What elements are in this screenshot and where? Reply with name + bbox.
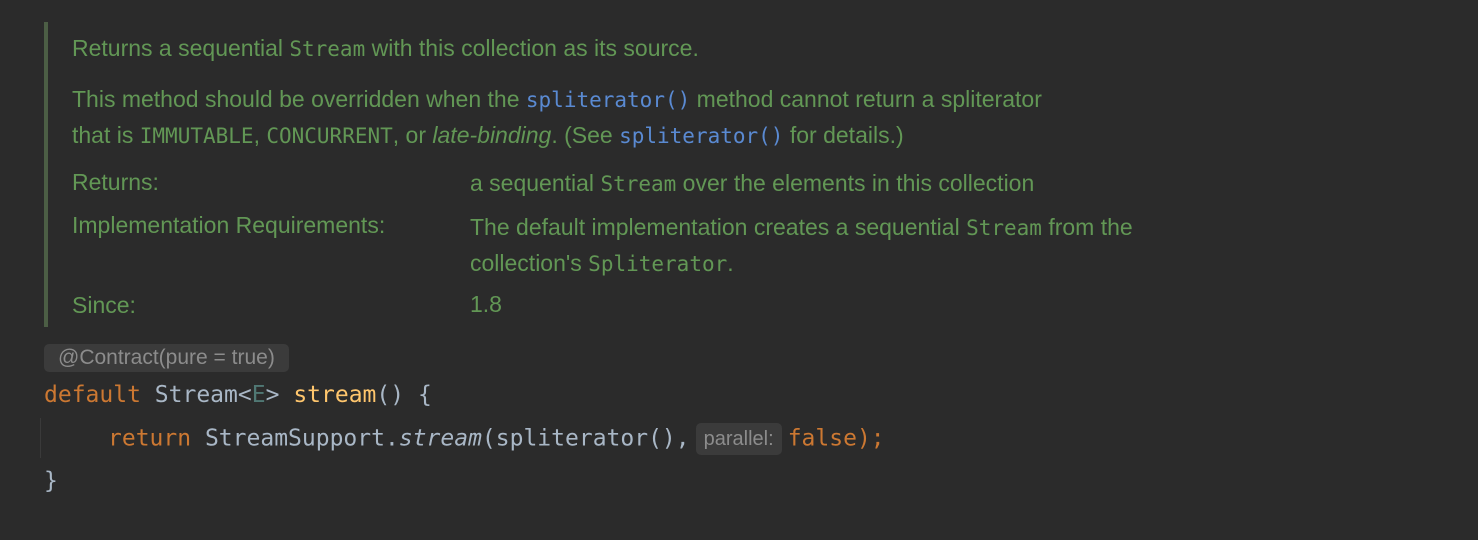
doc-paragraph-line-1: This method should be overridden when th… (72, 85, 1042, 114)
doc-text: . (727, 250, 734, 276)
doc-impl-value-line-2: collection's Spliterator. (470, 245, 734, 282)
keyword-return: return (108, 425, 192, 452)
doc-text: with this collection as its source. (365, 35, 699, 61)
static-call: stream (398, 425, 482, 452)
doc-text: , (253, 122, 267, 148)
doc-text: for details.) (783, 122, 904, 148)
rendered-javadoc: Returns a sequential Stream with this co… (44, 22, 1344, 327)
code-line-signature[interactable]: default Stream<E> stream() { (44, 380, 432, 410)
code-args: (spliterator(), (481, 425, 690, 452)
doc-code: IMMUTABLE (139, 124, 254, 148)
type-parameter: E (251, 382, 266, 408)
doc-code: Stream (600, 172, 677, 196)
indent-guide (40, 418, 41, 458)
doc-impl-label: Implementation Requirements: (72, 212, 386, 238)
class-ref: StreamSupport. (204, 425, 399, 452)
doc-text: Returns a sequential (72, 35, 290, 61)
method-name: stream (293, 382, 377, 408)
doc-since-value: 1.8 (470, 291, 502, 317)
doc-text: method cannot return a spliterator (690, 86, 1042, 112)
doc-text: This method should be overridden when th… (72, 86, 526, 112)
doc-code: Stream (966, 216, 1042, 240)
doc-summary: Returns a sequential Stream with this co… (72, 34, 699, 63)
doc-returns-value: a sequential Stream over the elements in… (470, 165, 1034, 202)
doc-code: Stream (289, 37, 366, 61)
doc-text: , or (392, 122, 433, 148)
type-bracket: > (265, 382, 280, 408)
parameter-name-hint[interactable]: parallel: (695, 423, 782, 455)
doc-text: . (See (551, 122, 620, 148)
code-editor[interactable]: Returns a sequential Stream with this co… (0, 0, 1478, 540)
doc-italic: late-binding (432, 122, 552, 148)
doc-text: collection's (470, 250, 589, 276)
code-line-close[interactable]: } (44, 466, 58, 496)
doc-text: from the (1041, 214, 1133, 240)
doc-code: Spliterator (588, 252, 728, 276)
code-punct: () { (376, 382, 432, 408)
doc-text: The default implementation creates a seq… (470, 214, 967, 240)
doc-code: CONCURRENT (266, 124, 393, 148)
code-line-body[interactable]: return StreamSupport.stream(spliterator(… (108, 423, 885, 455)
type-stream: Stream< (154, 382, 252, 408)
doc-link-spliterator[interactable]: spliterator() (619, 124, 783, 148)
contract-annotation-hint[interactable]: @Contract(pure = true) (44, 344, 289, 372)
doc-text: that is (72, 122, 140, 148)
code-punct: ); (856, 425, 885, 452)
doc-text: a sequential (470, 170, 601, 196)
doc-returns-label: Returns: (72, 169, 159, 195)
doc-impl-value-line-1: The default implementation creates a seq… (470, 209, 1133, 246)
keyword-default: default (44, 382, 141, 408)
keyword-false: false (787, 425, 857, 452)
doc-link-spliterator[interactable]: spliterator() (526, 88, 690, 112)
doc-paragraph-line-2: that is IMMUTABLE, CONCURRENT, or late-b… (72, 121, 904, 150)
doc-text: over the elements in this collection (676, 170, 1035, 196)
doc-since-label: Since: (72, 292, 136, 318)
